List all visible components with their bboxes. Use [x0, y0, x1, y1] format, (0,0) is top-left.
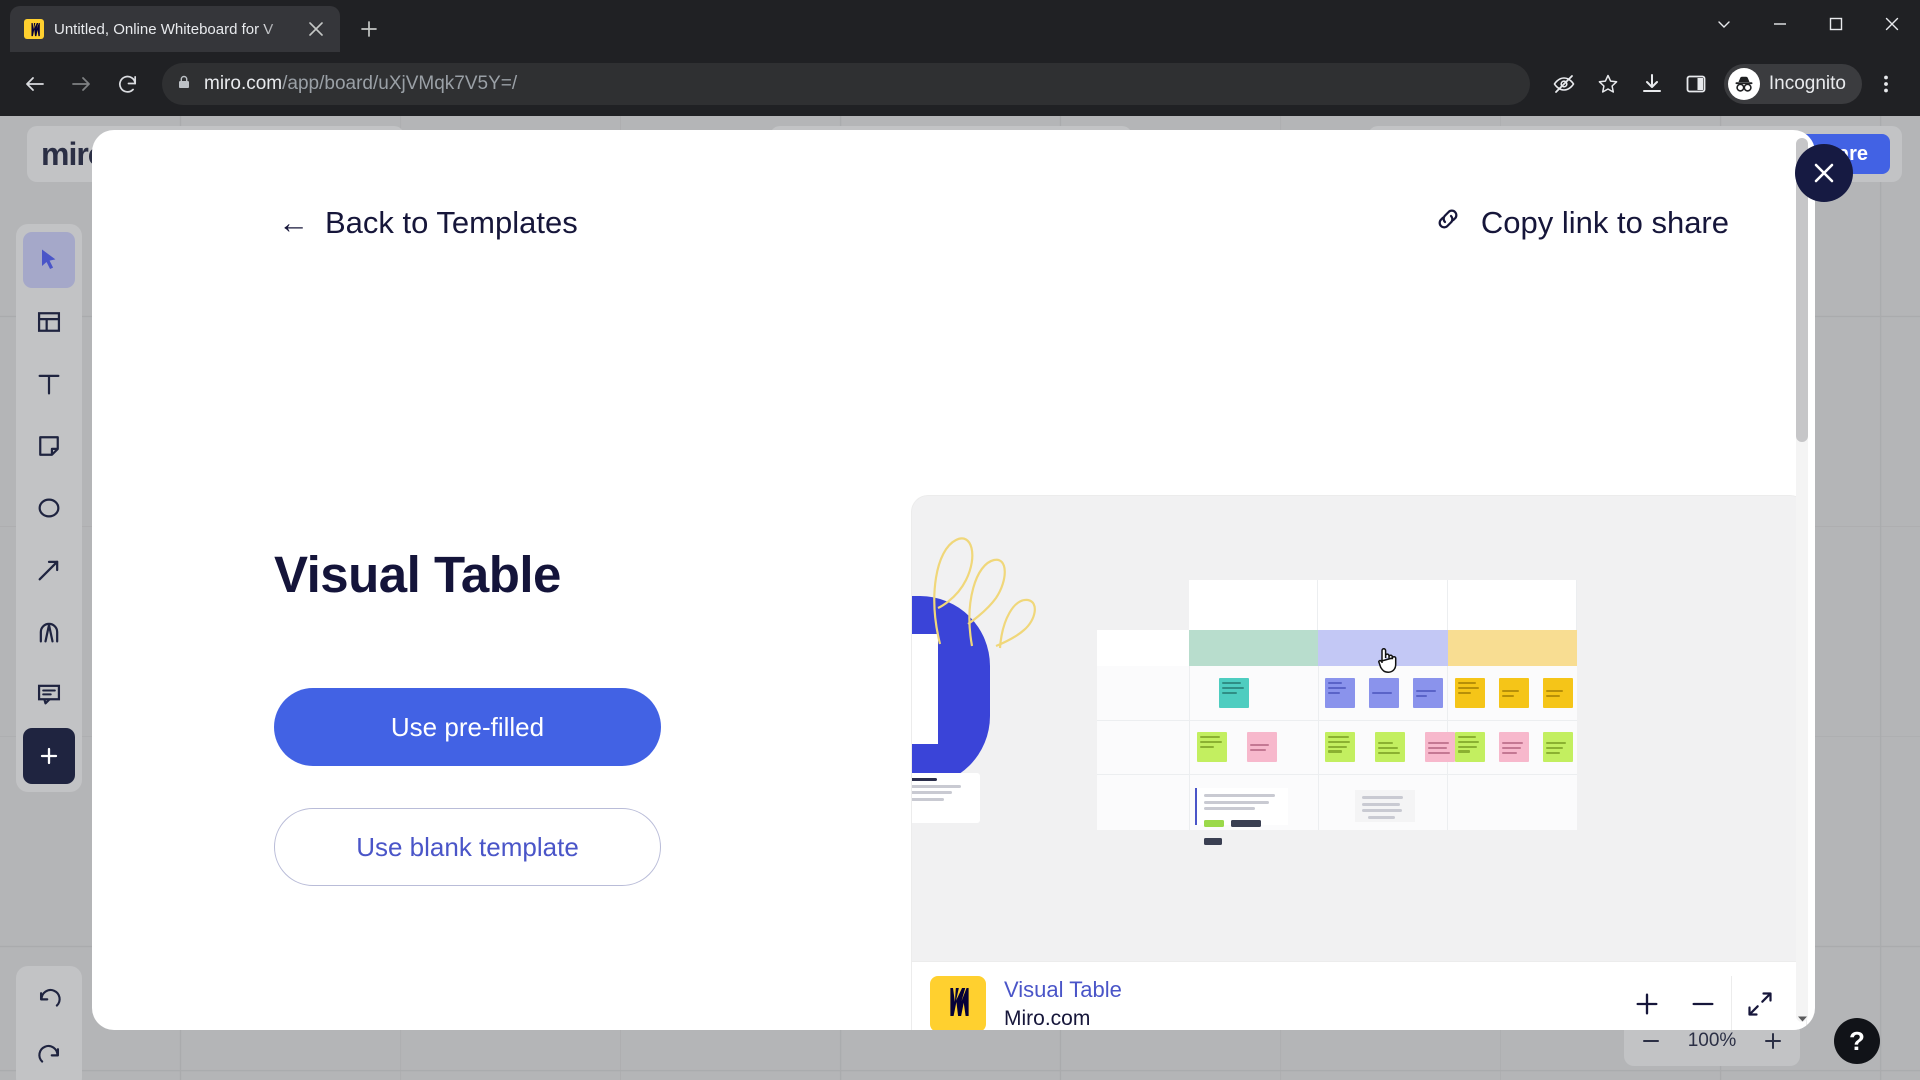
use-blank-template-button[interactable]: Use blank template: [274, 808, 661, 886]
back-to-templates-link[interactable]: ← Back to Templates: [278, 205, 578, 241]
reload-icon[interactable]: [106, 63, 148, 105]
lock-icon: [176, 74, 192, 95]
back-arrow-icon: ←: [278, 205, 309, 240]
preview-doc-card: [1355, 790, 1415, 822]
incognito-avatar-icon: [1727, 68, 1760, 100]
sticky-note: [1219, 678, 1249, 708]
browser-tab[interactable]: Untitled, Online Whiteboard for V: [10, 6, 340, 52]
sticky-note: [1375, 732, 1405, 762]
omnibox-toolbar: miro.com/app/board/uXjVMqk7V5Y=/ Incogni…: [0, 52, 1920, 116]
sidebar-item-shape-tool[interactable]: [23, 480, 75, 536]
close-modal-button[interactable]: [1795, 144, 1853, 202]
address-bar[interactable]: miro.com/app/board/uXjVMqk7V5Y=/: [162, 63, 1530, 105]
new-tab-button[interactable]: [352, 12, 386, 46]
table-body: [1097, 666, 1577, 845]
table-corner-cell: [1097, 630, 1189, 666]
miro-history-rail: [16, 966, 82, 1080]
back-arrow-icon[interactable]: [14, 63, 56, 105]
help-button[interactable]: ?: [1834, 1018, 1880, 1064]
template-preview-card[interactable]: Visual Table Miro.com: [912, 496, 1806, 1030]
preview-card-footer: Visual Table Miro.com: [912, 961, 1806, 1030]
kebab-menu-icon[interactable]: [1866, 64, 1906, 104]
miro-favicon-icon: [24, 19, 44, 39]
sticky-note: [1197, 732, 1227, 762]
link-chain-icon: [1433, 204, 1463, 242]
tab-strip: Untitled, Online Whiteboard for V: [0, 0, 1920, 52]
preview-canvas: [912, 496, 1806, 1030]
tracking-protection-icon[interactable]: [1544, 64, 1584, 104]
tab-close-icon[interactable]: [304, 17, 328, 41]
sidebar-item-sticky-note-tool[interactable]: [23, 418, 75, 474]
browser-tab-title: Untitled, Online Whiteboard for V: [54, 20, 274, 38]
preview-fullscreen-button[interactable]: [1732, 976, 1788, 1031]
squiggle-decoration-icon: [933, 537, 1036, 649]
sidebar-item-more-apps-tool[interactable]: [23, 728, 75, 784]
incognito-label: Incognito: [1768, 73, 1846, 94]
modal-scroll-area[interactable]: ← Back to Templates Copy link to share V…: [92, 130, 1815, 1030]
use-prefilled-button[interactable]: Use pre-filled: [274, 688, 661, 766]
back-to-templates-label: Back to Templates: [325, 205, 578, 240]
preview-visual-table: [1097, 580, 1577, 845]
sticky-note: [1325, 732, 1355, 762]
minimize-icon[interactable]: [1752, 0, 1808, 48]
table-header-band: [1097, 630, 1577, 666]
url-domain: miro.com: [204, 73, 283, 94]
sidebar-item-arrow-line-tool[interactable]: [23, 542, 75, 598]
sidebar-item-templates-tool[interactable]: [23, 294, 75, 350]
modal-scrollbar[interactable]: [1796, 138, 1808, 1022]
browser-chrome: Untitled, Online Whiteboard for V miro.c…: [0, 0, 1920, 116]
downloads-icon[interactable]: [1632, 64, 1672, 104]
sticky-note: [1369, 678, 1399, 708]
table-top-row: [1189, 580, 1577, 630]
bookmark-star-icon[interactable]: [1588, 64, 1628, 104]
miro-tool-rail: [16, 224, 82, 792]
redo-icon[interactable]: [23, 1028, 75, 1080]
sticky-note: [1455, 732, 1485, 762]
sidebar-item-cursor-select-tool[interactable]: [23, 232, 75, 288]
sticky-note: [1325, 678, 1355, 708]
address-bar-text: miro.com/app/board/uXjVMqk7V5Y=/: [204, 73, 517, 95]
template-detail-modal: ← Back to Templates Copy link to share V…: [92, 130, 1815, 1030]
miro-logo-icon: [930, 975, 986, 1030]
table-header-yellow: [1447, 630, 1577, 666]
sticky-note: [1413, 678, 1443, 708]
preview-text-note: [912, 773, 980, 823]
sticky-note: [1425, 732, 1455, 762]
undo-icon[interactable]: [23, 972, 75, 1028]
preview-footer-text: Visual Table Miro.com: [1004, 977, 1619, 1031]
close-window-icon[interactable]: [1864, 0, 1920, 48]
preview-doc-card: [1195, 788, 1288, 845]
incognito-profile-button[interactable]: Incognito: [1723, 64, 1862, 104]
preview-zoom-out-button[interactable]: [1675, 976, 1731, 1031]
hand-cursor-icon: [1378, 647, 1397, 673]
modal-header: ← Back to Templates Copy link to share: [92, 204, 1815, 242]
sticky-note: [1543, 678, 1573, 708]
chevron-down-icon[interactable]: [1796, 1012, 1808, 1026]
sidebar-item-pen-tool[interactable]: [23, 604, 75, 660]
preview-footer-title[interactable]: Visual Table: [1004, 977, 1619, 1003]
window-controls: [1696, 0, 1920, 48]
sticky-note: [1247, 732, 1277, 762]
zoom-level-label[interactable]: 100%: [1682, 1030, 1742, 1052]
forward-arrow-icon[interactable]: [60, 63, 102, 105]
url-path: /app/board/uXjVMqk7V5Y=/: [282, 73, 518, 94]
page-title: Visual Table: [274, 546, 561, 603]
preview-zoom-in-button[interactable]: [1619, 976, 1675, 1031]
sticky-note: [1543, 732, 1573, 762]
sticky-note: [1455, 678, 1485, 708]
copy-link-to-share-button[interactable]: Copy link to share: [1433, 204, 1729, 242]
sticky-note: [1499, 732, 1529, 762]
table-header-green: [1189, 630, 1319, 666]
maximize-icon[interactable]: [1808, 0, 1864, 48]
copy-link-label: Copy link to share: [1480, 205, 1729, 240]
sticky-note: [1499, 678, 1529, 708]
sidebar-item-comment-tool[interactable]: [23, 666, 75, 722]
chevron-down-icon[interactable]: [1696, 0, 1752, 48]
side-panel-icon[interactable]: [1676, 64, 1716, 104]
sidebar-item-text-tool[interactable]: [23, 356, 75, 412]
preview-footer-subtitle: Miro.com: [1004, 1006, 1091, 1030]
